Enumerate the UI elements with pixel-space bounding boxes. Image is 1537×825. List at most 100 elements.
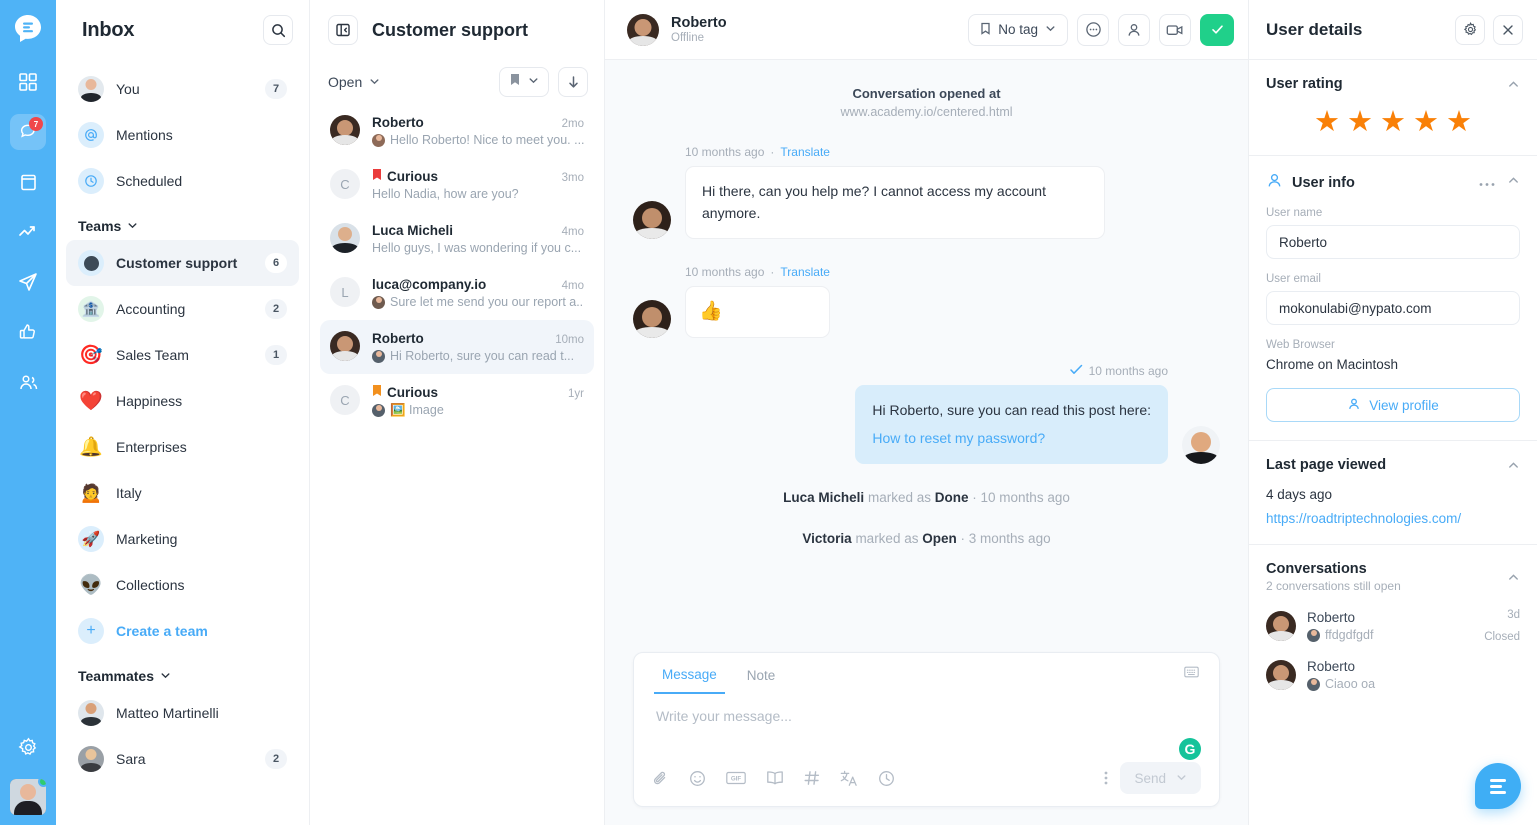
video-camera-icon[interactable] [1159, 13, 1191, 46]
chat-header-actions: No tag [968, 13, 1234, 46]
status-filter-dropdown[interactable]: Open [328, 74, 380, 90]
sidebar-item-accounting[interactable]: 🏦 Accounting 2 [66, 286, 299, 332]
chat-launcher-fab[interactable] [1475, 763, 1521, 809]
star-icon: ★ [1380, 106, 1406, 138]
sort-down-icon[interactable] [558, 67, 588, 97]
event-time: 3 months ago [968, 531, 1051, 547]
list-item[interactable]: C Curious 1yr 🖼️ Image [320, 374, 594, 429]
mini-avatar [372, 349, 385, 363]
sidebar-item-sara[interactable]: Sara 2 [66, 736, 299, 782]
list-item[interactable]: L luca@company.io 4mo Sure let me send y… [320, 266, 594, 320]
list-item-main: Roberto ffdgdfgdf [1307, 610, 1473, 642]
rail-item-campaigns[interactable] [10, 264, 46, 300]
translate-icon[interactable] [840, 770, 858, 787]
sidebar-item-sales-team[interactable]: 🎯 Sales Team 1 [66, 332, 299, 378]
tag-dropdown[interactable]: No tag [968, 13, 1068, 46]
view-profile-button[interactable]: View profile [1266, 388, 1520, 422]
create-team-button[interactable]: + Create a team [66, 608, 299, 654]
teammates-label: Teammates [78, 668, 155, 684]
sidebar-item-customer-support[interactable]: Customer support 6 [66, 240, 299, 286]
gear-icon[interactable] [10, 729, 46, 765]
list-item[interactable]: Roberto 2mo Hello Roberto! Nice to meet … [320, 104, 594, 158]
tab-message[interactable]: Message [654, 653, 725, 694]
message-bubble-emoji: 👍 [685, 286, 830, 338]
more-horizontal-icon[interactable] [1479, 174, 1495, 192]
sidebar-item-matteo-martinelli[interactable]: Matteo Martinelli [66, 690, 299, 736]
sidebar-item-label: Italy [116, 485, 142, 501]
contact-status: Offline [671, 32, 705, 44]
message-input[interactable]: Write your message... [634, 694, 1219, 752]
chat-logo-icon[interactable] [12, 12, 44, 44]
teammates-section-header[interactable]: Teammates [56, 654, 309, 690]
list-item-preview-row: ffdgdfgdf [1307, 628, 1473, 642]
user-email-field[interactable]: mokonulabi@nypato.com [1266, 291, 1520, 325]
at-icon [78, 122, 104, 148]
rail-item-knowledge-base[interactable] [10, 164, 46, 200]
user-name-field[interactable]: Roberto [1266, 225, 1520, 259]
section-header: Conversations 2 conversations still open [1266, 561, 1520, 593]
search-icon[interactable] [263, 15, 293, 45]
list-item-main: Curious 3mo Hello Nadia, how are you? [372, 169, 584, 201]
more-vertical-icon[interactable] [1104, 770, 1108, 786]
inbox-header: Inbox [56, 0, 309, 60]
keyboard-icon[interactable] [1184, 665, 1199, 683]
message-link[interactable]: How to reset my password? [872, 428, 1151, 450]
list-item[interactable]: Luca Micheli 4mo Hello guys, I was wonde… [320, 212, 594, 266]
rail-item-apps[interactable] [10, 64, 46, 100]
list-item-name: Luca Micheli [372, 223, 454, 238]
rail-item-contacts[interactable] [10, 364, 46, 400]
chevron-up-icon[interactable] [1507, 78, 1520, 91]
translate-link[interactable]: Translate [780, 265, 830, 279]
list-item-selected[interactable]: Roberto 10mo Hi Roberto, sure you can re… [320, 320, 594, 374]
emoji-icon[interactable] [689, 770, 706, 787]
close-icon[interactable] [1493, 14, 1523, 45]
mark-done-button[interactable] [1200, 13, 1234, 46]
collapse-panel-icon[interactable] [328, 15, 358, 45]
person-icon[interactable] [1118, 13, 1150, 46]
sidebar-item-italy[interactable]: 🙍 Italy [66, 470, 299, 516]
rail-item-conversations[interactable]: 7 [10, 114, 46, 150]
rating-stars[interactable]: ★ ★ ★ ★ ★ [1266, 108, 1520, 137]
avatar [1182, 426, 1220, 465]
avatar [1266, 660, 1296, 690]
team-emoji-icon: 🔔 [79, 436, 103, 458]
chevron-up-icon[interactable] [1507, 459, 1520, 472]
gear-icon[interactable] [1455, 14, 1485, 45]
avatar [1266, 611, 1296, 641]
sidebar-item-you[interactable]: You 7 [66, 66, 299, 112]
list-item[interactable]: Roberto Ciaoo oa [1266, 659, 1520, 691]
chevron-up-icon[interactable] [1507, 571, 1520, 584]
sidebar-item-enterprises[interactable]: 🔔 Enterprises [66, 424, 299, 470]
more-circle-icon[interactable] [1077, 13, 1109, 46]
schedule-clock-icon[interactable] [878, 770, 895, 787]
list-item[interactable]: Roberto ffdgdfgdf 3d Closed [1266, 609, 1520, 643]
last-page-url[interactable]: https://roadtriptechnologies.com/ [1266, 511, 1520, 526]
list-item-preview: Sure let me send you our report a... [390, 295, 584, 309]
chevron-up-icon[interactable] [1507, 174, 1520, 192]
sidebar-item-mentions[interactable]: Mentions [66, 112, 299, 158]
section-actions [1479, 174, 1520, 192]
list-item[interactable]: C Curious 3mo Hello Nadia, how are you? [320, 158, 594, 212]
grammarly-badge[interactable]: G [1179, 738, 1201, 760]
teams-section-header[interactable]: Teams [56, 204, 309, 240]
list-item-preview: Hello Nadia, how are you? [372, 187, 519, 201]
rail-item-analytics[interactable] [10, 214, 46, 250]
svg-text:GIF: GIF [731, 775, 742, 782]
rail-item-feedback[interactable] [10, 314, 46, 350]
sidebar-item-scheduled[interactable]: Scheduled [66, 158, 299, 204]
send-button[interactable]: Send [1120, 762, 1201, 794]
sidebar-item-happiness[interactable]: ❤️ Happiness [66, 378, 299, 424]
translate-link[interactable]: Translate [780, 145, 830, 159]
list-item-main: luca@company.io 4mo Sure let me send you… [372, 277, 584, 309]
hash-icon[interactable] [804, 770, 820, 786]
avatar-current-user[interactable] [10, 779, 46, 815]
tab-note[interactable]: Note [739, 654, 784, 693]
gif-icon[interactable]: GIF [726, 771, 746, 785]
sidebar-item-marketing[interactable]: 🚀 Marketing [66, 516, 299, 562]
bookmark-filter-button[interactable] [499, 67, 549, 97]
avatar: C [330, 385, 360, 415]
avatar [78, 700, 104, 726]
paperclip-icon[interactable] [652, 770, 669, 787]
saved-replies-book-icon[interactable] [766, 770, 784, 786]
sidebar-item-collections[interactable]: 👽 Collections [66, 562, 299, 608]
